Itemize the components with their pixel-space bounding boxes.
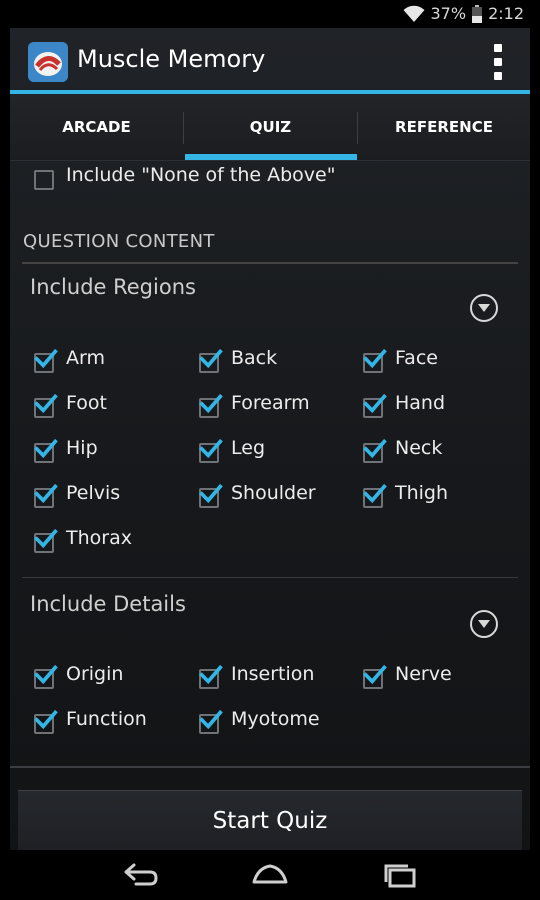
none-of-above-checkbox[interactable]	[34, 170, 54, 190]
region-label: Back	[231, 347, 278, 369]
region-label: Pelvis	[66, 482, 121, 504]
group-divider	[22, 577, 518, 578]
checkmark-icon	[34, 348, 58, 369]
details-title: Include Details	[30, 592, 186, 616]
status-indicators: 37% 2:12	[403, 4, 524, 23]
status-bar: 37% 2:12	[0, 0, 540, 28]
start-quiz-button[interactable]: Start Quiz	[18, 790, 522, 851]
overflow-menu-icon[interactable]	[486, 44, 510, 80]
battery-percent: 37%	[430, 4, 467, 23]
checkmark-icon	[199, 483, 223, 504]
bottom-divider	[10, 766, 530, 768]
region-label: Forearm	[231, 392, 310, 414]
region-label: Hip	[66, 437, 98, 459]
none-of-above-label: Include "None of the Above"	[66, 164, 336, 186]
detail-label: Myotome	[231, 708, 320, 730]
app-title: Muscle Memory	[77, 45, 266, 73]
detail-label: Function	[66, 708, 147, 730]
checkmark-icon	[363, 438, 387, 459]
regions-title: Include Regions	[30, 275, 196, 299]
detail-label: Nerve	[395, 663, 452, 685]
region-label: Leg	[231, 437, 266, 459]
tab-quiz[interactable]: QUIZ	[184, 94, 357, 160]
checkmark-icon	[199, 393, 223, 414]
region-label: Neck	[395, 437, 443, 459]
tab-reference[interactable]: REFERENCE	[358, 94, 530, 160]
checkmark-icon	[34, 393, 58, 414]
region-label: Hand	[395, 392, 446, 414]
bottom-bar: Start Quiz	[10, 766, 530, 851]
checkmark-icon	[199, 709, 223, 730]
region-label: Thigh	[395, 482, 449, 504]
checkmark-icon	[34, 528, 58, 549]
region-label: Foot	[66, 392, 107, 414]
app-logo-icon[interactable]	[28, 42, 68, 82]
tab-arcade[interactable]: ARCADE	[10, 94, 183, 160]
checkmark-icon	[34, 438, 58, 459]
section-header-question-content: QUESTION CONTENT	[23, 231, 215, 252]
quiz-settings: Include "None of the Above" QUESTION CON…	[10, 160, 530, 770]
checkmark-icon	[363, 348, 387, 369]
back-icon[interactable]	[120, 860, 160, 890]
checkmark-icon	[199, 348, 223, 369]
checkmark-icon	[34, 664, 58, 685]
region-label: Arm	[66, 347, 105, 369]
region-label: Thorax	[66, 527, 132, 549]
expand-details-icon[interactable]	[470, 610, 498, 638]
clock: 2:12	[488, 4, 524, 23]
checkmark-icon	[34, 483, 58, 504]
detail-label: Insertion	[231, 663, 315, 685]
wifi-icon	[403, 5, 424, 22]
region-label: Shoulder	[231, 482, 316, 504]
checkmark-icon	[199, 664, 223, 685]
region-label: Face	[395, 347, 438, 369]
checkmark-icon	[363, 393, 387, 414]
checkmark-icon	[363, 664, 387, 685]
detail-label: Origin	[66, 663, 124, 685]
checkmark-icon	[34, 709, 58, 730]
home-icon[interactable]	[250, 860, 290, 890]
checkmark-icon	[363, 483, 387, 504]
checkmark-icon	[199, 438, 223, 459]
battery-icon	[472, 4, 483, 23]
expand-regions-icon[interactable]	[470, 294, 498, 322]
navigation-bar	[0, 850, 540, 900]
recent-apps-icon[interactable]	[380, 860, 420, 890]
section-divider	[22, 262, 518, 264]
app-window: Muscle Memory ARCADE QUIZ REFERENCE Incl…	[10, 28, 530, 851]
tab-bar: ARCADE QUIZ REFERENCE	[10, 94, 530, 161]
action-bar: Muscle Memory	[10, 28, 530, 94]
